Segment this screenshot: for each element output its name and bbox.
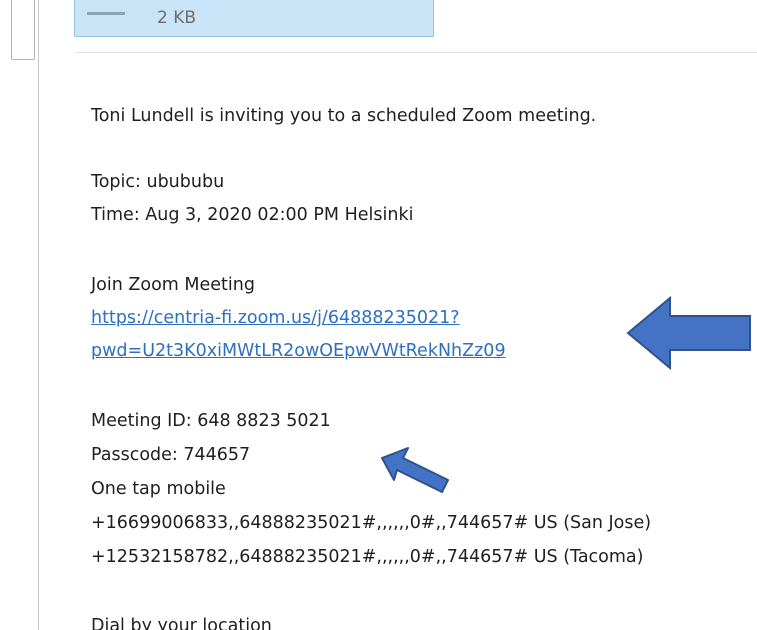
passcode-line: Passcode: 744657 [91,445,251,465]
one-tap-number-2: +12532158782,,64888235021#,,,,,,0#,,7446… [91,547,644,567]
time-line: Time: Aug 3, 2020 02:00 PM Helsinki [91,205,414,225]
join-link-part1[interactable]: https://centria-fi.zoom.us/j/64888235021… [91,308,460,328]
scrollbar-thumb[interactable] [11,0,35,60]
one-tap-heading: One tap mobile [91,479,226,499]
one-tap-number-1: +16699006833,,64888235021#,,,,,,0#,,7446… [91,513,652,533]
join-heading: Join Zoom Meeting [91,275,255,295]
arrow-left-icon [626,296,753,370]
topic-line: Topic: ubububu [91,172,225,192]
meeting-id-line: Meeting ID: 648 8823 5021 [91,411,331,431]
arrow-diagonal-icon [380,446,452,496]
attachment-size: 2 KB [157,8,197,28]
attachment-tile[interactable]: 2 KB [74,0,434,37]
header-divider [74,52,757,53]
file-icon [87,0,125,15]
invite-line: Toni Lundell is inviting you to a schedu… [91,106,597,126]
dial-heading: Dial by your location [91,616,272,630]
email-reading-pane: 2 KB Toni Lundell is inviting you to a s… [0,0,757,630]
join-link-part2[interactable]: pwd=U2t3K0xiMWtLR2owOEpwVWtRekNhZz09 [91,341,506,361]
left-scroll-gutter [0,0,39,630]
